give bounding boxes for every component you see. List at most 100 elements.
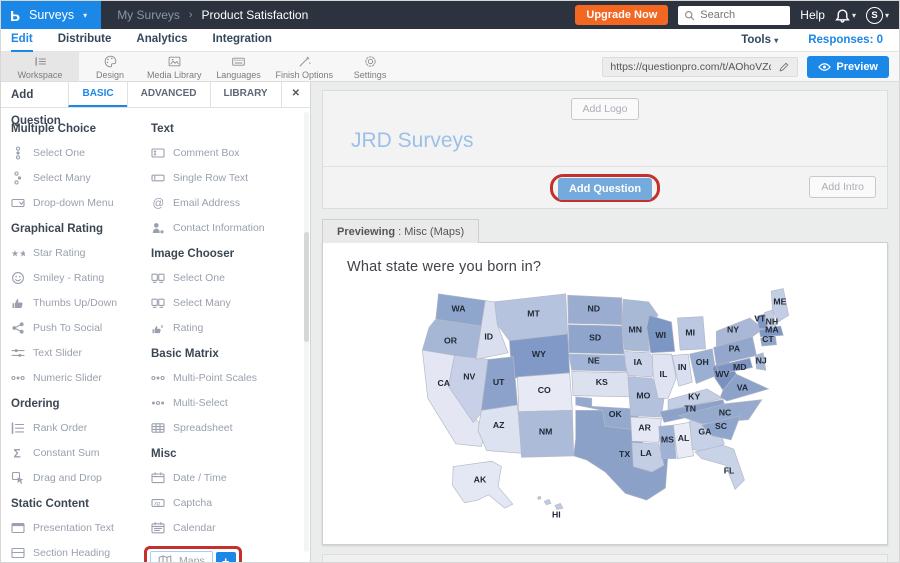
state-ak[interactable] [452,461,512,508]
state-hi[interactable] [544,499,551,504]
chevron-down-icon: ▾ [774,36,778,45]
question-type-label: Multi-Point Scales [173,372,257,384]
question-type-select-many[interactable]: Select Many [151,296,306,310]
question-type-label: Select One [33,147,85,159]
section-heading-graphical-rating: Graphical Rating [11,223,151,235]
section-heading-misc: Misc [151,448,306,460]
toolbar-item-finish-options[interactable]: Finish Options [270,52,340,81]
add-intro-button[interactable]: Add Intro [809,176,876,198]
nav-tab-distribute[interactable]: Distribute [58,29,112,52]
panel-tab-advanced[interactable]: ADVANCED [127,82,210,107]
bell-icon [835,8,850,23]
maps-item[interactable]: Maps [150,551,213,563]
question-type-section-heading[interactable]: Section Heading [11,546,151,560]
state-label-ok: OK [608,409,622,419]
state-label-nm: NM [538,426,552,436]
question-type-comment-box[interactable]: Comment Box [151,146,306,160]
question-type-push-to-social[interactable]: Push To Social [11,321,151,335]
question-type-select-many[interactable]: Select Many [11,171,151,185]
toolbar-item-design[interactable]: Design [79,52,141,81]
question-type-captcha[interactable]: xgCaptcha [151,496,306,510]
state-label-md: MD [732,362,746,372]
question-type-single-row-text[interactable]: Single Row Text [151,171,306,185]
question-type-label: Smiley - Rating [33,272,104,284]
question-type-label: Drag and Drop [33,472,102,484]
toolbar-item-label: Design [96,70,124,80]
question-type-label: Date / Time [173,472,227,484]
state-label-tn: TN [684,404,696,414]
search-icon [684,10,695,21]
breadcrumb-my-surveys[interactable]: My Surveys [117,8,180,22]
question-type-label: Thumbs Up/Down [33,297,117,309]
toolbar-item-media-library[interactable]: Media Library [141,52,208,81]
state-label-id: ID [484,331,493,341]
question-type-rating[interactable]: Rating [151,321,306,335]
product-switcher[interactable]: P Surveys ▾ [1,1,101,29]
chevron-down-icon: ▾ [885,11,889,20]
state-hi[interactable] [554,503,562,509]
question-type-maps[interactable]: Maps+ [151,546,306,563]
state-label-hi: HI [551,509,560,519]
question-type-multi-select[interactable]: Multi-Select [151,396,306,410]
question-type-numeric-slider[interactable]: Numeric Slider [11,371,151,385]
question-types-column-1: Multiple ChoiceSelect OneSelect ManyDrop… [11,110,151,563]
state-label-wy: WY [531,349,545,359]
notifications-button[interactable]: ▾ [835,8,856,23]
nav-tab-edit[interactable]: Edit [11,29,33,52]
account-menu[interactable]: S ▾ [866,7,889,24]
add-logo-button[interactable]: Add Logo [571,98,640,120]
panel-tab-library[interactable]: LIBRARY [210,82,281,107]
upgrade-now-button[interactable]: Upgrade Now [575,5,668,25]
responses-count[interactable]: Responses: 0 [808,34,883,46]
question-type-multi-point-scales[interactable]: Multi-Point Scales [151,371,306,385]
toolbar-item-label: Finish Options [276,70,334,80]
question-type-text-slider[interactable]: Text Slider [11,346,151,360]
survey-url-field[interactable]: https://questionpro.com/t/AOhoVZdQ [602,57,798,77]
search-input[interactable] [678,6,790,25]
question-type-rank-order[interactable]: Rank Order [11,421,151,435]
question-type-label: Rating [173,322,203,334]
chevron-down-icon: ▾ [852,11,856,20]
question-type-select-one[interactable]: Select One [151,271,306,285]
search-field[interactable] [700,9,780,21]
help-link[interactable]: Help [800,8,825,22]
question-type-thumbs-up-down[interactable]: Thumbs Up/Down [11,296,151,310]
toolbar-item-languages[interactable]: Languages [208,52,270,81]
question-type-spreadsheet[interactable]: Spreadsheet [151,421,306,435]
tools-menu[interactable]: Tools ▾ [741,34,778,46]
state-fl[interactable] [694,445,744,489]
state-hi[interactable] [537,496,540,499]
add-maps-plus-button[interactable]: + [216,552,236,563]
question-type-email-address[interactable]: @Email Address [151,196,306,210]
nav-tab-analytics[interactable]: Analytics [136,29,187,52]
question-type-constant-sum[interactable]: ΣConstant Sum [11,446,151,460]
state-label-ks: KS [595,377,607,387]
toolbar-item-settings[interactable]: Settings [339,52,401,81]
question-type-drag-and-drop[interactable]: Drag and Drop [11,471,151,485]
breadcrumb-separator-icon: › [189,9,193,21]
question-type-drop-down-menu[interactable]: Drop-down Menu [11,196,151,210]
previewing-tab[interactable]: Previewing : Misc (Maps) [322,219,479,243]
add-question-panel: Add Question BASICADVANCEDLIBRARY ✕ Mult… [1,82,311,563]
scrollbar-thumb[interactable] [304,232,309,342]
question-type-smiley-rating[interactable]: Smiley - Rating [11,271,151,285]
add-question-button[interactable]: Add Question [558,178,652,200]
question-type-date-time[interactable]: Date / Time [151,471,306,485]
nav-tab-integration[interactable]: Integration [213,29,272,52]
question-type-label: Section Heading [33,547,110,559]
question-type-calendar[interactable]: Calendar [151,521,306,535]
question-type-contact-information[interactable]: Contact Information [151,221,306,235]
question-type-presentation-text[interactable]: Presentation Text [11,521,151,535]
edit-pencil-icon[interactable] [778,61,790,73]
close-icon[interactable]: ✕ [281,82,310,107]
panel-tab-basic[interactable]: BASIC [68,82,126,107]
preview-button[interactable]: Preview [807,56,889,78]
panel-scrollbar[interactable] [304,112,309,552]
question-type-star-rating[interactable]: ★★Star Rating [11,246,151,260]
question-type-select-one[interactable]: Select One [11,146,151,160]
state-label-nd: ND [587,303,600,313]
state-label-la: LA [640,448,652,458]
survey-title[interactable]: JRD Surveys [323,120,887,167]
question-type-label: Select One [173,272,225,284]
toolbar-item-workspace[interactable]: Workspace [1,52,79,81]
